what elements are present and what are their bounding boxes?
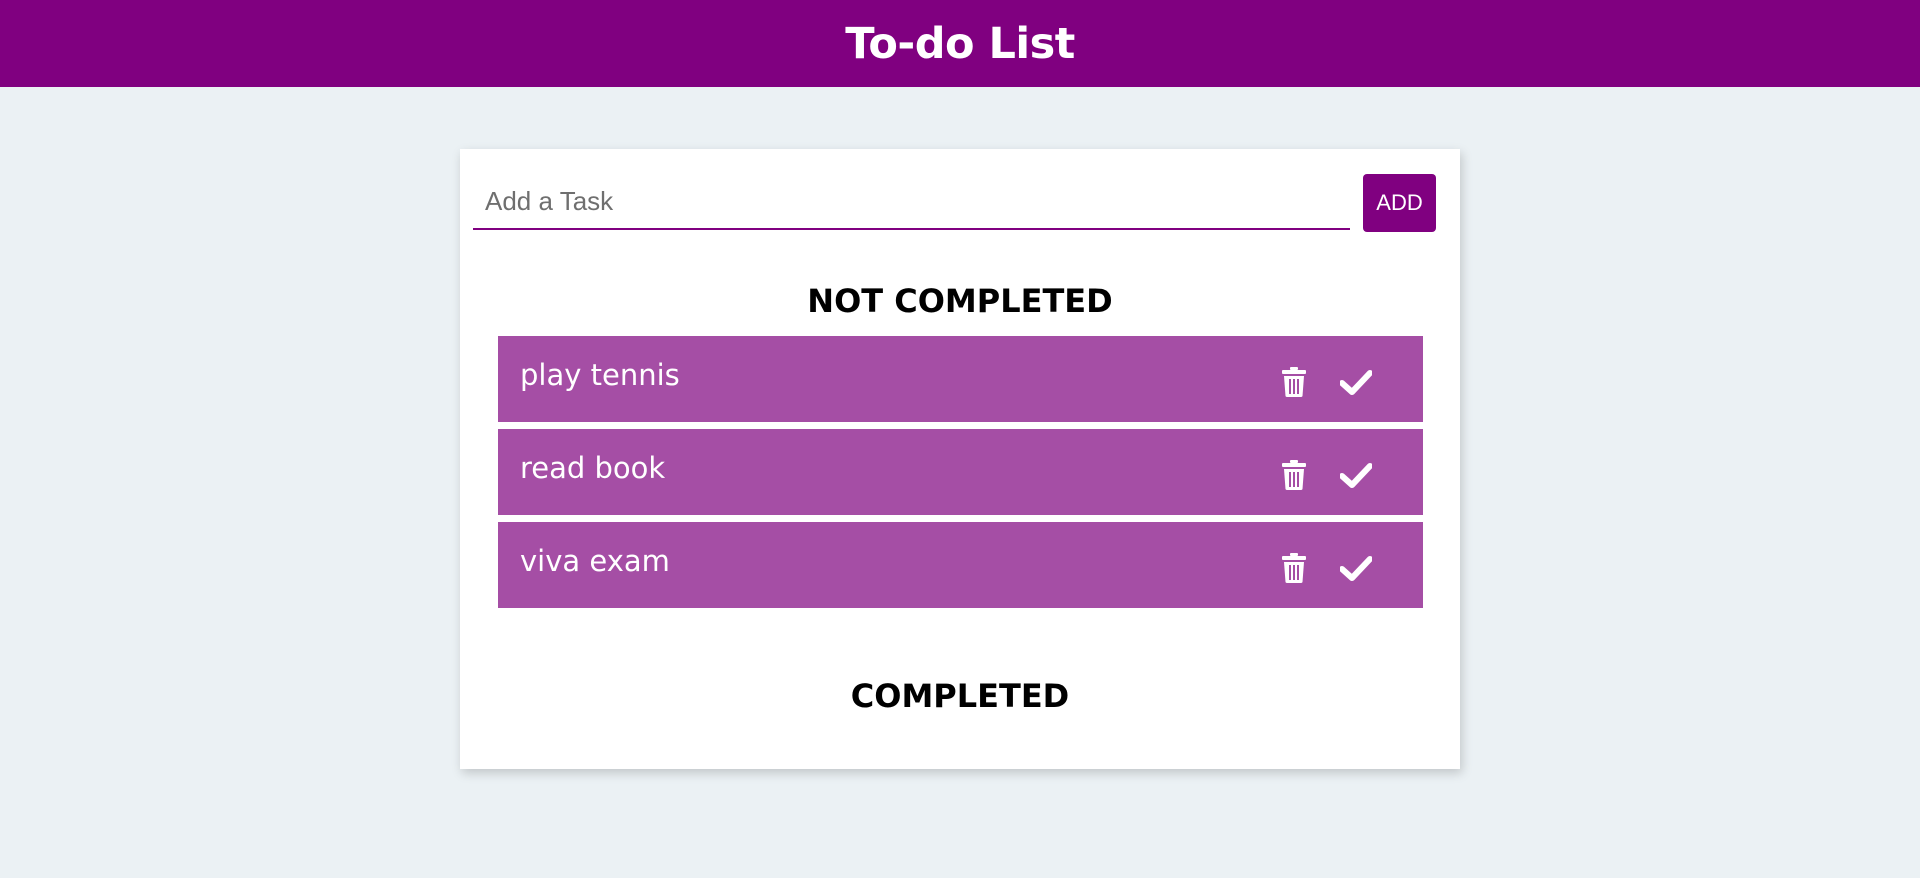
task-input[interactable] [473, 174, 1350, 230]
add-task-row: ADD [473, 174, 1437, 232]
not-completed-list: play tennis read book viva exam [498, 336, 1423, 615]
app-title: To-do List [845, 18, 1075, 69]
task-item: play tennis [498, 336, 1423, 422]
not-completed-heading: NOT COMPLETED [807, 282, 1113, 320]
task-text: play tennis [520, 358, 680, 392]
check-icon[interactable] [1336, 550, 1376, 586]
add-button[interactable]: ADD [1363, 174, 1436, 232]
trash-icon[interactable] [1274, 550, 1314, 586]
check-icon[interactable] [1336, 457, 1376, 493]
task-item: read book [498, 429, 1423, 515]
todo-card: ADD NOT COMPLETED play tennis [460, 149, 1460, 769]
app-header: To-do List [0, 0, 1920, 87]
task-text: viva exam [520, 544, 670, 578]
trash-icon[interactable] [1274, 457, 1314, 493]
task-item: viva exam [498, 522, 1423, 608]
task-text: read book [520, 451, 666, 485]
trash-icon[interactable] [1274, 364, 1314, 400]
check-icon[interactable] [1336, 364, 1376, 400]
completed-heading: COMPLETED [850, 677, 1070, 715]
